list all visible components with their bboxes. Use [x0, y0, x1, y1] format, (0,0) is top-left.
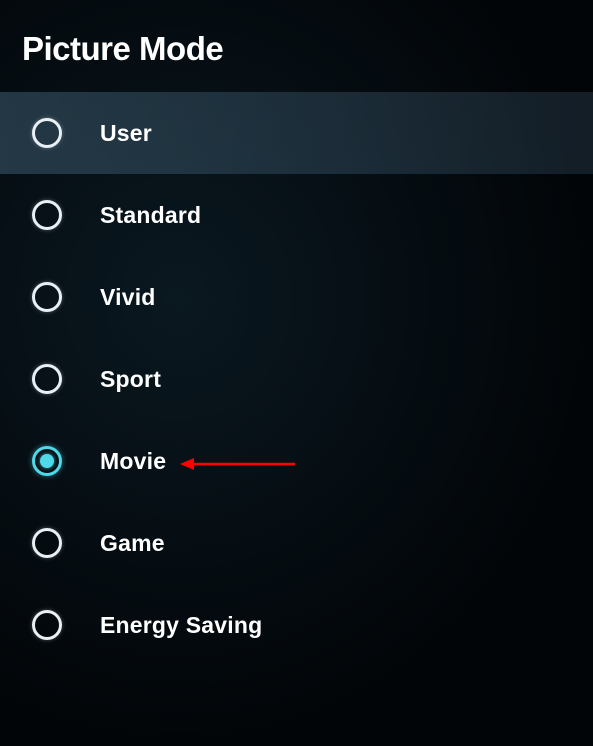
- page-title: Picture Mode: [22, 30, 593, 68]
- radio-checked-icon: [32, 446, 62, 476]
- menu-item-label: Game: [100, 530, 165, 557]
- menu-item-movie[interactable]: Movie: [0, 420, 593, 502]
- radio-unchecked-icon: [32, 282, 62, 312]
- menu-item-label: Standard: [100, 202, 201, 229]
- menu-item-sport[interactable]: Sport: [0, 338, 593, 420]
- radio-unchecked-icon: [32, 118, 62, 148]
- radio-unchecked-icon: [32, 610, 62, 640]
- picture-mode-list: User Standard Vivid Sport Movie Game Ene…: [0, 92, 593, 666]
- menu-item-standard[interactable]: Standard: [0, 174, 593, 256]
- menu-item-user[interactable]: User: [0, 92, 593, 174]
- menu-item-label: Movie: [100, 448, 166, 475]
- menu-item-label: Vivid: [100, 284, 156, 311]
- menu-item-label: User: [100, 120, 152, 147]
- menu-item-label: Energy Saving: [100, 612, 262, 639]
- menu-item-game[interactable]: Game: [0, 502, 593, 584]
- menu-item-energy-saving[interactable]: Energy Saving: [0, 584, 593, 666]
- menu-item-vivid[interactable]: Vivid: [0, 256, 593, 338]
- radio-inner-dot: [40, 454, 54, 468]
- menu-header: Picture Mode: [0, 0, 593, 92]
- radio-unchecked-icon: [32, 200, 62, 230]
- radio-unchecked-icon: [32, 528, 62, 558]
- menu-item-label: Sport: [100, 366, 161, 393]
- radio-unchecked-icon: [32, 364, 62, 394]
